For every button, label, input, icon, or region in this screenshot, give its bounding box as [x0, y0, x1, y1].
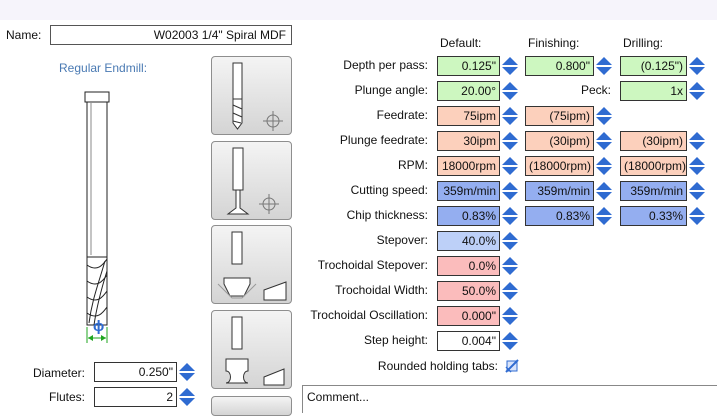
- depth-per-pass-label: Depth per pass:: [343, 58, 428, 72]
- spinner-arrows-icon[interactable]: [501, 56, 519, 76]
- diameter-spinner-icon[interactable]: [178, 362, 196, 382]
- diameter-input[interactable]: 0.250": [94, 362, 177, 382]
- cutting-speed-label: Cutting speed:: [350, 183, 428, 197]
- spinner-arrows-icon[interactable]: [595, 131, 613, 151]
- plunge-angle-label: Plunge angle:: [354, 83, 428, 97]
- v-bit-icon: [226, 147, 279, 215]
- roundover-bit-icon: [225, 316, 285, 386]
- depth-per-pass-drilling-input[interactable]: (0.125"): [620, 56, 687, 76]
- trochoidal-oscillation-default-input[interactable]: 0.000": [437, 306, 500, 326]
- spinner-arrows-icon[interactable]: [501, 131, 519, 151]
- stepover-default-input[interactable]: 40.0%: [437, 231, 500, 251]
- column-default: Default:: [440, 36, 482, 50]
- tool-type-title: Regular Endmill:: [59, 61, 148, 75]
- trochoidal-oscillation-label: Trochoidal Oscillation:: [310, 308, 428, 322]
- diameter-label: Diameter:: [32, 366, 85, 380]
- step-height-default-input[interactable]: 0.004": [437, 331, 500, 351]
- chip-thickness-drilling-input[interactable]: 0.33%: [620, 206, 687, 226]
- feedrate-default-input[interactable]: 75ipm: [437, 106, 500, 126]
- spinner-arrows-icon[interactable]: [501, 181, 519, 201]
- spinner-arrows-icon[interactable]: [501, 206, 519, 226]
- tool-button-roundover[interactable]: [211, 310, 292, 389]
- name-label: Name:: [6, 28, 42, 42]
- spinner-arrows-icon[interactable]: [501, 306, 519, 326]
- spinner-arrows-icon[interactable]: [688, 131, 706, 151]
- spinner-arrows-icon[interactable]: [688, 156, 706, 176]
- cutting-speed-default-input[interactable]: 359m/min: [437, 181, 500, 201]
- spinner-arrows-icon[interactable]: [595, 56, 613, 76]
- rounded-tabs-label: Rounded holding tabs:: [377, 359, 498, 373]
- spinner-arrows-icon[interactable]: [595, 181, 613, 201]
- spinner-arrows-icon[interactable]: [595, 156, 613, 176]
- plunge-feedrate-drilling-input[interactable]: (30ipm): [620, 131, 687, 151]
- chip-thickness-finishing-input[interactable]: 0.83%: [525, 206, 594, 226]
- peck-drilling-input[interactable]: 1x: [620, 81, 687, 101]
- spinner-arrows-icon[interactable]: [501, 106, 519, 126]
- tool-button-more[interactable]: [211, 396, 292, 416]
- chamfer-bit-icon: [217, 231, 287, 301]
- step-height-label: Step height:: [363, 333, 428, 347]
- spinner-arrows-icon[interactable]: [501, 156, 519, 176]
- trochoidal-width-default-input[interactable]: 50.0%: [437, 281, 500, 301]
- spinner-arrows-icon[interactable]: [688, 56, 706, 76]
- rpm-label: RPM:: [398, 158, 428, 172]
- trochoidal-width-label: Trochoidal Width:: [335, 283, 428, 297]
- tool-button-chamfer[interactable]: [211, 225, 292, 304]
- rounded-tabs-icon[interactable]: [504, 358, 520, 374]
- column-drilling: Drilling:: [623, 36, 664, 50]
- cutting-speed-finishing-input[interactable]: 359m/min: [525, 181, 594, 201]
- endmill-drill-icon: [232, 62, 283, 131]
- spinner-arrows-icon[interactable]: [501, 256, 519, 276]
- spinner-arrows-icon[interactable]: [688, 181, 706, 201]
- trochoidal-stepover-label: Trochoidal Stepover:: [317, 258, 428, 272]
- spinner-arrows-icon[interactable]: [595, 206, 613, 226]
- spinner-arrows-icon[interactable]: [595, 106, 613, 126]
- chip-thickness-label: Chip thickness:: [346, 208, 428, 222]
- plunge-angle-default-input[interactable]: 20.00°: [437, 81, 500, 101]
- endmill-drawing: [84, 91, 110, 343]
- flutes-label: Flutes:: [48, 390, 85, 404]
- peck-label: Peck:: [580, 83, 611, 97]
- plunge-feedrate-finishing-input[interactable]: (30ipm): [525, 131, 594, 151]
- spinner-arrows-icon[interactable]: [688, 206, 706, 226]
- diameter-symbol: ϕ: [93, 318, 105, 335]
- depth-per-pass-finishing-input[interactable]: 0.800": [525, 56, 594, 76]
- trochoidal-stepover-default-input[interactable]: 0.0%: [437, 256, 500, 276]
- rpm-default-input[interactable]: 18000rpm: [437, 156, 500, 176]
- plunge-feedrate-default-input[interactable]: 30ipm: [437, 131, 500, 151]
- tool-button-v-bit[interactable]: [211, 141, 292, 220]
- stepover-label: Stepover:: [376, 233, 428, 247]
- tool-name-input[interactable]: W02003 1/4" Spiral MDF: [50, 25, 292, 45]
- depth-per-pass-default-input[interactable]: 0.125": [437, 56, 500, 76]
- chip-thickness-default-input[interactable]: 0.83%: [437, 206, 500, 226]
- spinner-arrows-icon[interactable]: [501, 331, 519, 351]
- rpm-drilling-input[interactable]: (18000rpm): [620, 156, 687, 176]
- cutting-speed-drilling-input[interactable]: 359m/min: [620, 181, 687, 201]
- feedrate-label: Feedrate:: [376, 108, 428, 122]
- spinner-arrows-icon[interactable]: [501, 231, 519, 251]
- rpm-finishing-input[interactable]: (18000rpm): [525, 156, 594, 176]
- tool-button-endmill-drill[interactable]: [211, 56, 292, 135]
- flutes-spinner-icon[interactable]: [178, 387, 196, 407]
- comment-textarea[interactable]: Comment...: [302, 385, 717, 413]
- top-strip: [0, 0, 717, 20]
- column-finishing: Finishing:: [528, 36, 580, 50]
- plunge-feedrate-label: Plunge feedrate:: [339, 133, 428, 147]
- spinner-arrows-icon[interactable]: [501, 81, 519, 101]
- spinner-arrows-icon[interactable]: [688, 81, 706, 101]
- feedrate-finishing-input[interactable]: (75ipm): [525, 106, 594, 126]
- spinner-arrows-icon[interactable]: [501, 281, 519, 301]
- flutes-input[interactable]: 2: [94, 387, 177, 407]
